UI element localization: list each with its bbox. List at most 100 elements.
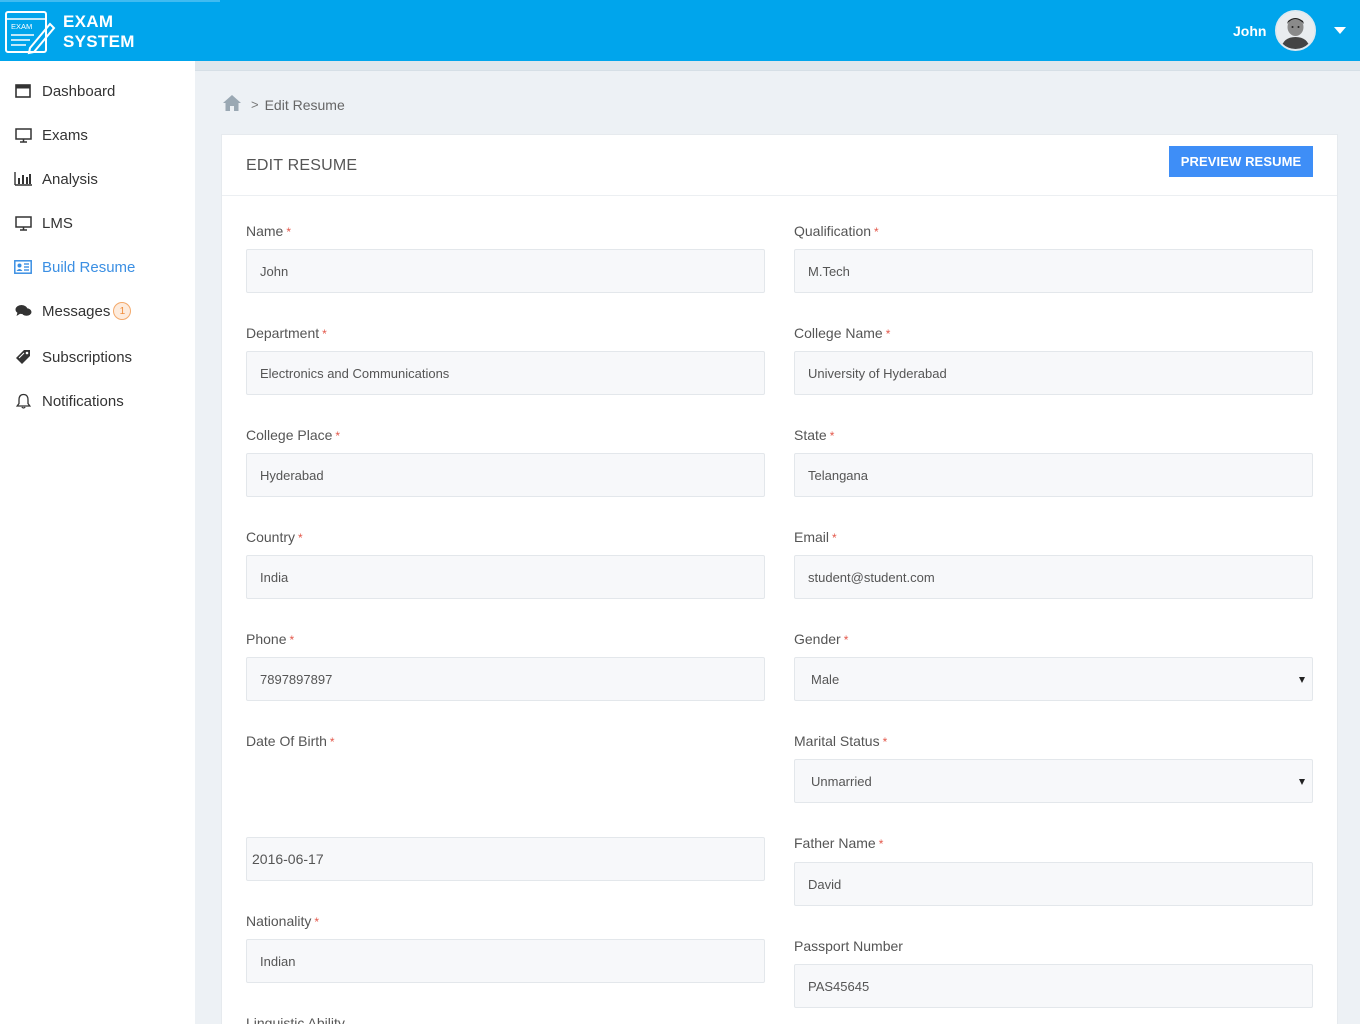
label-text: Country <box>246 529 296 545</box>
state-label: State * <box>794 427 834 443</box>
marital-status-selected-value: Unmarried <box>811 773 872 789</box>
required-mark: * <box>298 531 303 545</box>
breadcrumb-current: Edit Resume <box>264 96 345 113</box>
label-text: State <box>794 427 827 443</box>
required-mark: * <box>329 735 335 749</box>
required-mark: * <box>874 225 879 239</box>
brand-line2: SYSTEM <box>63 32 135 51</box>
country-label: Country * <box>246 529 303 545</box>
brand-title[interactable]: EXAM SYSTEM <box>63 12 135 52</box>
qualification-field[interactable]: M.Tech <box>794 249 1313 293</box>
label-text: Passport Number <box>794 938 903 954</box>
required-mark: * <box>878 837 884 851</box>
name-field[interactable]: John <box>246 249 765 293</box>
monitor-icon <box>12 214 34 232</box>
sidebar-item-dashboard[interactable]: Dashboard <box>0 76 195 106</box>
required-mark: * <box>322 327 327 341</box>
sidebar-item-subscriptions[interactable]: Subscriptions <box>0 342 195 372</box>
sidebar-item-label: Analysis <box>42 170 98 188</box>
phone-field[interactable]: 7897897897 <box>246 657 765 701</box>
sidebar-item-label: LMS <box>42 214 73 232</box>
edit-resume-card: EDIT RESUME PREVIEW RESUME Name * John Qu… <box>221 134 1338 1024</box>
department-label: Department * <box>246 325 327 341</box>
label-text: Nationality <box>246 913 312 929</box>
sidebar-item-label: Exams <box>42 126 88 144</box>
exam-logo-icon[interactable]: EXAM <box>4 8 56 56</box>
marital-status-label: Marital Status * <box>794 733 887 749</box>
messages-count-badge: 1 <box>113 302 132 320</box>
tag-icon <box>12 348 34 366</box>
gender-select[interactable]: Male <box>794 657 1313 701</box>
father-name-label: Father Name * <box>794 835 883 851</box>
required-mark: * <box>882 735 888 749</box>
state-field[interactable]: Telangana <box>794 453 1313 497</box>
sidebar-item-label: Subscriptions <box>42 348 133 366</box>
nationality-label: Nationality * <box>246 913 319 929</box>
sidebar: Dashboard Exams Analysis LMS Build Resum… <box>0 61 195 1024</box>
select-caret-icon <box>1299 779 1305 785</box>
preview-resume-button[interactable]: PREVIEW RESUME <box>1169 146 1313 177</box>
top-navbar: EXAM EXAM SYSTEM John <box>0 0 1360 61</box>
select-caret-icon <box>1299 677 1305 683</box>
dob-field[interactable]: 2016-06-17 <box>246 837 765 881</box>
label-text: Date Of Birth <box>246 733 327 749</box>
college-name-label: College Name * <box>794 325 890 341</box>
sidebar-item-label: Messages <box>42 302 111 320</box>
bell-icon <box>12 392 34 410</box>
gender-selected-value: Male <box>811 671 840 687</box>
breadcrumb: > Edit Resume <box>222 94 345 115</box>
sidebar-item-lms[interactable]: LMS <box>0 208 195 238</box>
college-name-field[interactable]: University of Hyderabad <box>794 351 1313 395</box>
label-text: Gender <box>794 631 841 647</box>
label-text: Department <box>246 325 320 341</box>
country-field[interactable]: India <box>246 555 765 599</box>
required-mark: * <box>832 531 837 545</box>
user-name[interactable]: John <box>1233 23 1266 39</box>
sidebar-item-notifications[interactable]: Notifications <box>0 386 195 416</box>
email-field[interactable]: student@student.com <box>794 555 1313 599</box>
label-text: College Name <box>794 325 883 341</box>
user-menu-chevron-down-icon[interactable] <box>1334 27 1346 34</box>
college-place-field[interactable]: Hyderabad <box>246 453 765 497</box>
required-mark: * <box>885 327 891 341</box>
qualification-label: Qualification * <box>794 223 879 239</box>
label-text: Father Name <box>794 835 876 851</box>
required-mark: * <box>335 429 341 443</box>
monitor-icon <box>12 126 34 144</box>
department-field[interactable]: Electronics and Communications <box>246 351 765 395</box>
label-text: Name <box>246 223 284 239</box>
sidebar-item-label: Dashboard <box>42 82 116 100</box>
id-card-icon <box>12 258 34 276</box>
sidebar-item-exams[interactable]: Exams <box>0 120 195 150</box>
window-icon <box>12 82 34 100</box>
label-text: Marital Status <box>794 733 880 749</box>
content-top-border <box>195 61 1360 71</box>
page-title: EDIT RESUME <box>246 157 358 174</box>
required-mark: * <box>829 429 835 443</box>
brand-line1: EXAM <box>63 12 114 31</box>
sidebar-item-analysis[interactable]: Analysis <box>0 164 195 194</box>
brand-edge <box>0 0 220 2</box>
linguistic-ability-label: Linguistic Ability <box>246 1015 345 1024</box>
home-icon[interactable] <box>222 94 242 115</box>
marital-status-select[interactable]: Unmarried <box>794 759 1313 803</box>
phone-label: Phone * <box>246 631 294 647</box>
sidebar-item-label: Notifications <box>42 392 124 410</box>
required-mark: * <box>289 633 295 647</box>
sidebar-item-build-resume[interactable]: Build Resume <box>0 252 195 282</box>
logo-text: EXAM <box>11 22 32 31</box>
user-avatar-icon <box>1277 12 1314 49</box>
label-text: Qualification <box>794 223 872 239</box>
card-header: EDIT RESUME PREVIEW RESUME <box>222 135 1337 196</box>
gender-label: Gender * <box>794 631 848 647</box>
breadcrumb-separator: > <box>251 97 259 112</box>
dob-label: Date Of Birth * <box>246 733 335 749</box>
father-name-field[interactable]: David <box>794 862 1313 906</box>
avatar[interactable] <box>1275 10 1316 51</box>
sidebar-item-messages[interactable]: Messages 1 <box>0 296 195 326</box>
label-text: Email <box>794 529 830 545</box>
passport-label: Passport Number <box>794 938 903 954</box>
passport-field[interactable]: PAS45645 <box>794 964 1313 1008</box>
label-text: Phone <box>246 631 287 647</box>
nationality-field[interactable]: Indian <box>246 939 765 983</box>
